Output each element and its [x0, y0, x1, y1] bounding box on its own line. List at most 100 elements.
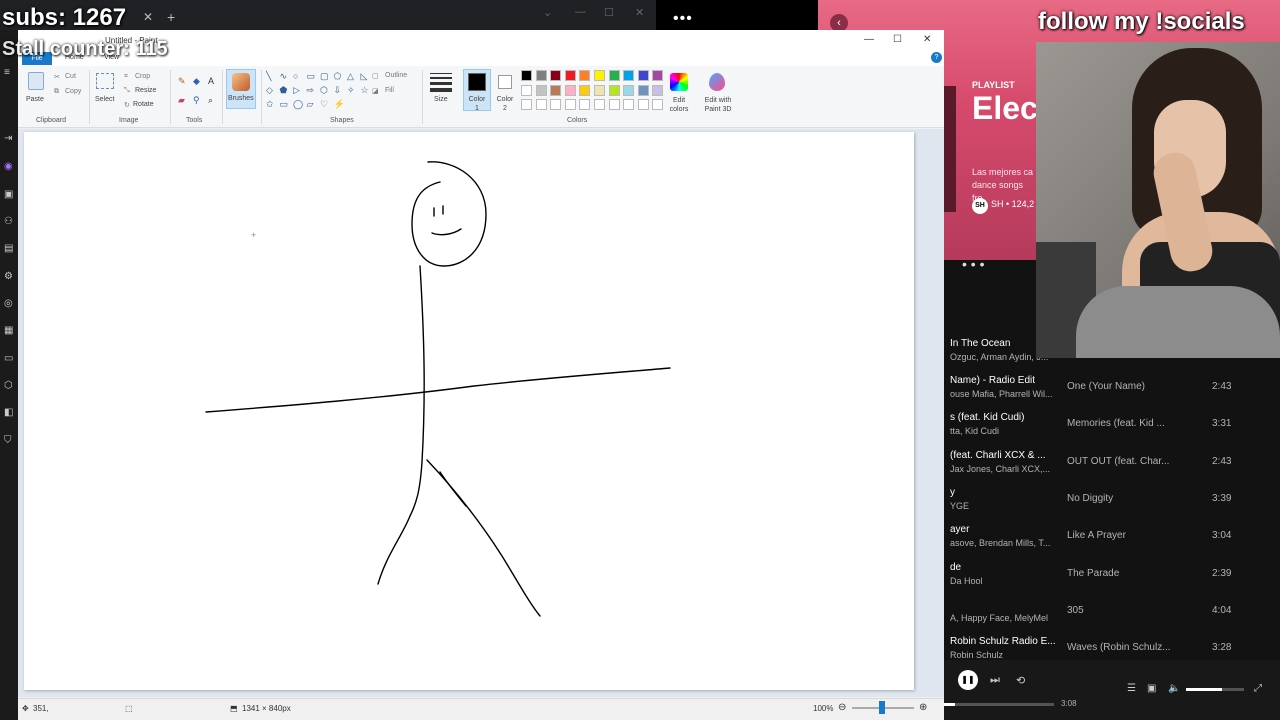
copy-button[interactable]: Copy — [65, 88, 81, 95]
color-swatch[interactable] — [623, 99, 635, 110]
track-row[interactable]: s (feat. Kid Cudi) tta, Kid Cudi Memories … — [944, 412, 1280, 448]
zoom-in-icon[interactable]: ⊕ — [919, 702, 927, 713]
color-swatch[interactable] — [535, 84, 547, 96]
rotate-button[interactable]: Rotate — [133, 101, 154, 108]
sidebar-icon[interactable]: ⬡ — [4, 381, 14, 391]
color-swatch[interactable] — [623, 70, 635, 81]
shape-icon[interactable]: ▭ — [280, 100, 289, 109]
drawing-canvas[interactable] — [24, 132, 914, 690]
zoom-thumb[interactable] — [879, 701, 885, 714]
rotate-icon[interactable]: ↻ — [124, 101, 130, 109]
track-row[interactable]: Name) - Radio Edit ouse Mafia, Pharrell W… — [944, 375, 1280, 411]
minimize-icon[interactable]: — — [864, 34, 874, 45]
shape-icon[interactable]: ∿ — [280, 72, 288, 81]
track-row[interactable]: de Da Hool The Parade 2:39 — [944, 562, 1280, 598]
sidebar-icon[interactable]: ▭ — [4, 354, 14, 364]
color-swatch[interactable] — [564, 99, 576, 110]
twitch-icon[interactable]: ◉ — [4, 162, 14, 172]
size-button[interactable]: Size — [434, 96, 448, 103]
paste-button[interactable]: Paste — [26, 96, 44, 103]
more-options-icon[interactable]: • • • — [962, 256, 984, 272]
shape-icon[interactable]: ▭ — [307, 72, 316, 81]
color-swatch[interactable] — [550, 70, 562, 81]
fullscreen-icon[interactable]: ⤢ — [1254, 683, 1262, 694]
paint3d-icon[interactable] — [709, 73, 725, 91]
shape-icon[interactable]: ♡ — [320, 100, 328, 109]
color-swatch[interactable] — [623, 84, 635, 96]
color-swatch[interactable] — [521, 99, 532, 110]
sidebar-icon[interactable]: ▣ — [4, 190, 14, 200]
outline-button[interactable]: Outline — [385, 72, 407, 79]
eraser-icon[interactable]: ▰ — [178, 96, 187, 105]
outline-icon[interactable]: ▢ — [372, 72, 379, 80]
color-swatch[interactable] — [652, 70, 664, 81]
cut-button[interactable]: Cut — [65, 73, 76, 80]
color-swatch[interactable] — [550, 84, 562, 96]
cut-icon[interactable]: ✂ — [54, 73, 60, 81]
select-icon[interactable] — [96, 73, 114, 89]
shape-icon[interactable]: ⬠ — [334, 72, 342, 81]
repeat-icon[interactable]: ⟲ — [1016, 674, 1025, 687]
sidebar-icon[interactable]: ⚇ — [4, 217, 14, 227]
color-swatch[interactable] — [637, 99, 649, 110]
track-row[interactable]: A, Happy Face, MelyMel 305 4:04 — [944, 599, 1280, 635]
fill-shape-icon[interactable]: ◪ — [372, 87, 379, 95]
color2-swatch[interactable] — [498, 75, 512, 89]
shape-icon[interactable]: ╲ — [266, 72, 271, 81]
color-swatch[interactable] — [535, 70, 547, 81]
size-icon[interactable] — [430, 73, 452, 95]
color-swatch[interactable] — [637, 70, 649, 81]
color-swatch[interactable] — [521, 70, 532, 81]
more-icon[interactable]: ••• — [673, 10, 693, 28]
sidebar-icon[interactable]: ▤ — [4, 244, 14, 254]
track-row[interactable]: (feat. Charli XCX & ... Jax Jones, Charli… — [944, 450, 1280, 486]
shape-icon[interactable]: ▷ — [293, 86, 300, 95]
playlist-owner[interactable]: SH SH • 124,2 — [972, 198, 1036, 214]
shape-icon[interactable]: ○ — [293, 72, 298, 81]
shape-icon[interactable]: ☆ — [361, 86, 369, 95]
shape-icon[interactable]: ⬟ — [280, 86, 288, 95]
track-row[interactable]: y YGE No Diggity 3:39 — [944, 487, 1280, 523]
color-swatch[interactable] — [594, 84, 605, 96]
close-icon[interactable]: ✕ — [923, 34, 931, 45]
pencil-icon[interactable]: ✎ — [178, 77, 187, 86]
browser-maximize-icon[interactable]: ☐ — [604, 6, 614, 19]
color-swatch[interactable] — [535, 99, 547, 110]
paste-icon[interactable] — [28, 72, 44, 90]
shape-icon[interactable]: ⇩ — [334, 86, 342, 95]
fill-icon[interactable]: ◆ — [193, 77, 202, 86]
shape-icon[interactable]: △ — [347, 72, 354, 81]
text-icon[interactable]: A — [208, 77, 217, 86]
color-swatch[interactable] — [579, 99, 591, 110]
shape-icon[interactable]: ◇ — [266, 86, 273, 95]
progress-bar[interactable] — [944, 703, 1054, 706]
color-swatch[interactable] — [608, 99, 620, 110]
sidebar-icon[interactable]: ◧ — [4, 408, 14, 418]
resize-icon[interactable]: ⤡ — [124, 87, 130, 95]
zoom-out-icon[interactable]: ⊖ — [838, 702, 846, 713]
color-swatch[interactable] — [637, 84, 649, 96]
shape-icon[interactable]: ◯ — [293, 100, 303, 109]
close-tab-icon[interactable]: ✕ — [143, 10, 153, 24]
shape-icon[interactable]: ▱ — [307, 100, 314, 109]
browser-dropdown-icon[interactable]: ⌄ — [543, 6, 552, 19]
copy-icon[interactable]: ⧉ — [54, 88, 59, 96]
browser-minimize-icon[interactable]: — — [575, 6, 586, 18]
pause-button[interactable]: ❚❚ — [958, 670, 978, 690]
color-swatch[interactable] — [564, 84, 576, 96]
edit-colors-button[interactable]: Edit colors — [664, 96, 694, 114]
color-swatch[interactable] — [579, 84, 591, 96]
color-swatch[interactable] — [652, 84, 664, 96]
queue-icon[interactable]: ☰ — [1127, 683, 1136, 694]
color-swatch[interactable] — [521, 84, 532, 96]
color-swatch[interactable] — [579, 70, 591, 81]
sidebar-icon[interactable]: ⇥ — [4, 134, 14, 144]
sidebar-icon[interactable]: ◎ — [4, 299, 14, 309]
crop-button[interactable]: Crop — [135, 73, 150, 80]
fill-button[interactable]: Fill — [385, 87, 394, 94]
resize-button[interactable]: Resize — [135, 87, 156, 94]
shape-icon[interactable]: ▢ — [320, 72, 329, 81]
shape-icon[interactable]: ✩ — [266, 100, 274, 109]
shape-icon[interactable]: ⬡ — [320, 86, 328, 95]
color-picker-icon[interactable]: ⚲ — [193, 96, 202, 105]
